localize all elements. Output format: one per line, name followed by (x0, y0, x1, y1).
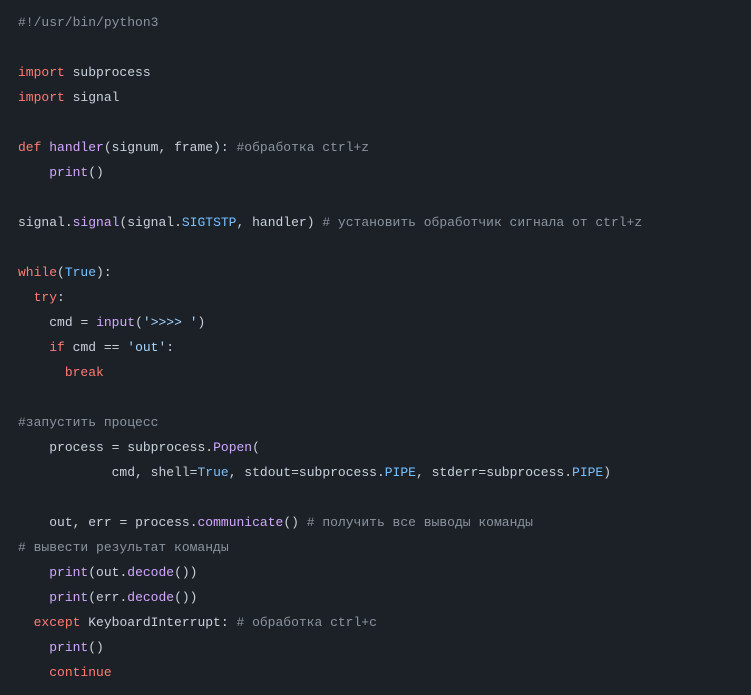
assign-op: = (112, 440, 120, 455)
out-id: out (49, 515, 72, 530)
process-id: process (49, 440, 104, 455)
import-kw: import (18, 65, 65, 80)
pipe-const: PIPE (572, 465, 603, 480)
comment: #обработка ctrl+z (236, 140, 369, 155)
print-call: print (49, 640, 88, 655)
cmd-arg: cmd (112, 465, 135, 480)
print-call: print (49, 165, 88, 180)
eq-op: == (104, 340, 120, 355)
module-name: subprocess (73, 65, 151, 80)
comment: # установить обработчик сигнала от ctrl+… (322, 215, 642, 230)
stdout-kwarg: stdout (244, 465, 291, 480)
cmd-id: cmd (49, 315, 72, 330)
signal-id: signal (18, 215, 65, 230)
func-name: handler (49, 140, 104, 155)
module-name: signal (73, 90, 120, 105)
comment: # получить все выводы команды (307, 515, 533, 530)
param: frame (174, 140, 213, 155)
except-kw: except (34, 615, 81, 630)
signal-fn: signal (73, 215, 120, 230)
import-kw: import (18, 90, 65, 105)
decode-fn: decode (127, 590, 174, 605)
pipe-const: PIPE (385, 465, 416, 480)
sigtstp-const: SIGTSTP (182, 215, 237, 230)
print-call: print (49, 565, 88, 580)
out-id: out (96, 565, 119, 580)
subprocess-id: subprocess (486, 465, 564, 480)
subprocess-id: subprocess (127, 440, 205, 455)
process-id: process (135, 515, 190, 530)
comment: #запустить процесс (18, 415, 158, 430)
param: signum (112, 140, 159, 155)
if-kw: if (49, 340, 65, 355)
handler-ref: handler (252, 215, 307, 230)
shebang-comment: #!/usr/bin/python3 (18, 15, 158, 30)
true-const: True (197, 465, 228, 480)
shell-kwarg: shell (151, 465, 190, 480)
popen-fn: Popen (213, 440, 252, 455)
stderr-kwarg: stderr (432, 465, 479, 480)
true-const: True (65, 265, 96, 280)
decode-fn: decode (127, 565, 174, 580)
err-id: err (88, 515, 111, 530)
comment: # вывести результат команды (18, 540, 229, 555)
def-kw: def (18, 140, 41, 155)
break-kw: break (65, 365, 104, 380)
code-block: #!/usr/bin/python3 import subprocess imp… (0, 0, 751, 695)
subprocess-id: subprocess (299, 465, 377, 480)
comment: # обработка ctrl+c (236, 615, 376, 630)
err-id: err (96, 590, 119, 605)
input-fn: input (96, 315, 135, 330)
try-kw: try (34, 290, 57, 305)
assign-op: = (80, 315, 88, 330)
out-string: 'out' (127, 340, 166, 355)
signal-id: signal (127, 215, 174, 230)
cmd-id: cmd (73, 340, 96, 355)
assign-op: = (119, 515, 127, 530)
prompt-string: '>>>> ' (143, 315, 198, 330)
kbint-exc: KeyboardInterrupt (88, 615, 221, 630)
continue-kw: continue (49, 665, 111, 680)
while-kw: while (18, 265, 57, 280)
communicate-fn: communicate (198, 515, 284, 530)
print-call: print (49, 590, 88, 605)
